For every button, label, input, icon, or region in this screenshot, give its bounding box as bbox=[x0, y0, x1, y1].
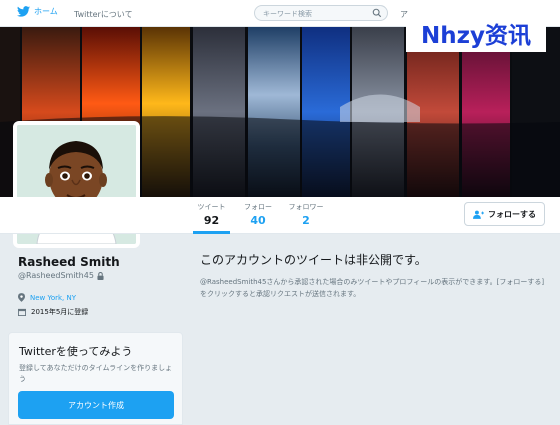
twitter-bird-icon bbox=[17, 6, 30, 17]
stat-tweets-label: ツイート bbox=[197, 203, 226, 211]
profile-handle-row: @RasheedSmith45 bbox=[18, 271, 104, 280]
protected-body: @RasheedSmith45さんから承認された場合のみツイートやプロフィールの… bbox=[200, 278, 545, 298]
lock-icon bbox=[97, 271, 104, 280]
profile-joined: 2015年5月に登録 bbox=[31, 308, 89, 316]
signup-title: Twitterを使ってみよう bbox=[19, 345, 133, 358]
profile-location-row: New York, NY bbox=[18, 293, 76, 302]
profile-join-row: 2015年5月に登録 bbox=[18, 307, 88, 317]
nav-about-link[interactable]: Twitterについて bbox=[74, 9, 133, 20]
search-placeholder: キーワード検索 bbox=[263, 10, 312, 18]
stat-following-label: フォロー bbox=[244, 203, 272, 211]
protected-title: このアカウントのツイートは非公開です。 bbox=[200, 253, 427, 267]
nav-home-label: ホーム bbox=[34, 7, 58, 16]
stat-tweets-value: 92 bbox=[203, 214, 220, 227]
profile-name[interactable]: Rasheed Smith bbox=[18, 255, 120, 269]
signup-card: Twitterを使ってみよう 登録してあなただけのタイムラインを作りましょう ア… bbox=[8, 332, 183, 425]
profile-handle[interactable]: @RasheedSmith45 bbox=[18, 271, 94, 280]
add-user-icon bbox=[473, 210, 484, 219]
profile-location[interactable]: New York, NY bbox=[30, 294, 76, 302]
watermark: Nhzy资讯 bbox=[406, 14, 546, 52]
stat-followers-label: フォロワー bbox=[288, 203, 324, 211]
signup-description: 登録してあなただけのタイムラインを作りましょう bbox=[19, 364, 173, 383]
nav-home-link[interactable]: ホーム bbox=[17, 6, 58, 17]
follow-button[interactable]: フォローする bbox=[464, 202, 545, 226]
calendar-icon bbox=[18, 308, 26, 316]
create-account-button[interactable]: アカウント作成 bbox=[18, 391, 174, 419]
search-icon[interactable] bbox=[372, 8, 382, 18]
stat-following-value: 40 bbox=[250, 214, 266, 227]
location-pin-icon bbox=[18, 293, 25, 302]
stat-tweets[interactable]: ツイート 92 bbox=[193, 202, 230, 234]
follow-button-label: フォローする bbox=[488, 209, 536, 219]
stat-followers[interactable]: フォロワー 2 bbox=[285, 202, 327, 227]
stat-following[interactable]: フォロー 40 bbox=[240, 202, 276, 227]
search-input[interactable]: キーワード検索 bbox=[254, 5, 388, 21]
stat-followers-value: 2 bbox=[302, 214, 310, 227]
